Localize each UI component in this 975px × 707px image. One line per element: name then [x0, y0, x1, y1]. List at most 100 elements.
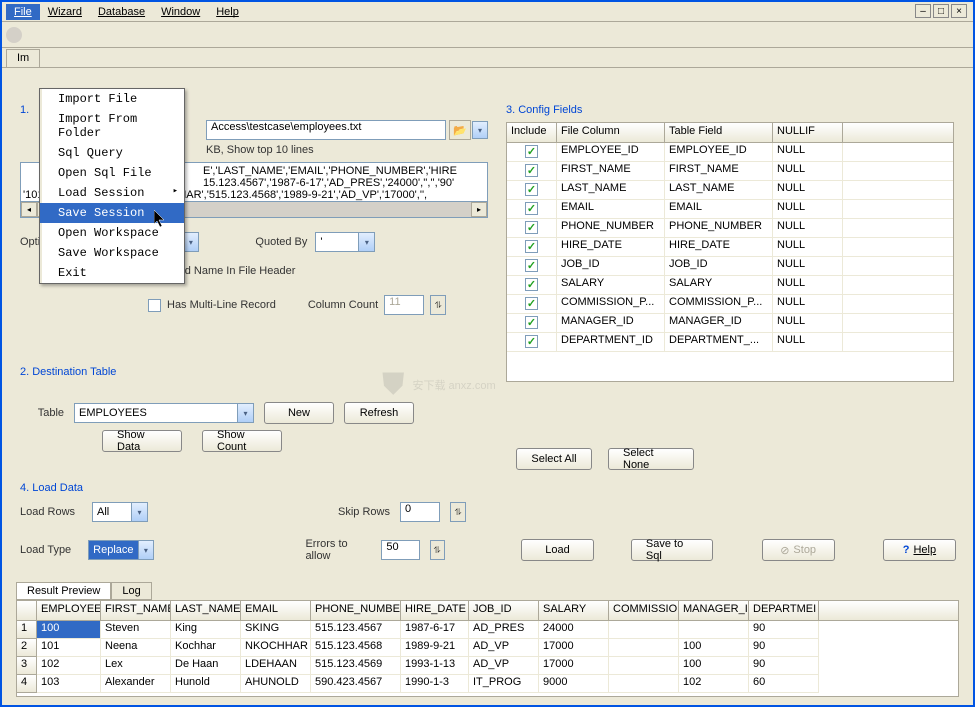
table-label: Table	[20, 407, 64, 419]
load-type-label: Load Type	[20, 544, 78, 556]
column-count-spinner[interactable]: ⥮	[430, 295, 446, 315]
include-checkbox[interactable]	[525, 164, 538, 177]
config-row[interactable]: HIRE_DATEHIRE_DATENULL	[507, 238, 953, 257]
menu-file[interactable]: File	[6, 4, 40, 20]
scroll-right-button[interactable]: ▸	[471, 202, 487, 217]
result-header-cell[interactable]: PHONE_NUMBER	[311, 601, 401, 620]
file-menu-sql-query[interactable]: Sql Query	[40, 143, 184, 163]
show-count-button[interactable]: Show Count	[202, 430, 282, 452]
help-button[interactable]: ?Help	[883, 539, 956, 561]
menu-wizard[interactable]: Wizard	[40, 4, 90, 20]
toolbar-icon[interactable]	[6, 27, 22, 43]
include-checkbox[interactable]	[525, 145, 538, 158]
stop-button[interactable]: ⊘Stop	[762, 539, 835, 561]
file-menu-open-sql-file[interactable]: Open Sql File	[40, 163, 184, 183]
load-rows-label: Load Rows	[20, 506, 82, 518]
config-header-cell[interactable]: NULLIF	[773, 123, 843, 142]
include-checkbox[interactable]	[525, 221, 538, 234]
browse-dropdown[interactable]: ▾	[472, 121, 488, 139]
table-combo[interactable]: EMPLOYEES▾	[74, 403, 254, 423]
menu-window[interactable]: Window	[153, 4, 208, 20]
maximize-button[interactable]: □	[933, 4, 949, 18]
config-row[interactable]: EMAILEMAILNULL	[507, 200, 953, 219]
file-menu-import-from-folder[interactable]: Import From Folder	[40, 109, 184, 143]
include-checkbox[interactable]	[525, 240, 538, 253]
quoted-by-combo[interactable]: '▾	[315, 232, 375, 252]
result-preview-tab[interactable]: Result Preview	[16, 582, 111, 600]
config-row[interactable]: PHONE_NUMBERPHONE_NUMBERNULL	[507, 219, 953, 238]
config-row[interactable]: JOB_IDJOB_IDNULL	[507, 257, 953, 276]
result-header-cell[interactable]: DEPARTMEI	[749, 601, 819, 620]
errors-allow-spinner[interactable]: ⥮	[430, 540, 445, 560]
multiline-checkbox[interactable]	[148, 299, 161, 312]
select-none-button[interactable]: Select None	[608, 448, 694, 470]
file-menu-save-session[interactable]: Save Session	[40, 203, 184, 223]
config-row[interactable]: MANAGER_IDMANAGER_IDNULL	[507, 314, 953, 333]
load-button[interactable]: Load	[521, 539, 594, 561]
config-header-cell[interactable]: File Column	[557, 123, 665, 142]
load-data-panel: 4. Load Data Load Rows All▾ Skip Rows 0 …	[20, 482, 956, 562]
result-row[interactable]: 4103AlexanderHunoldAHUNOLD590.423.456719…	[17, 675, 958, 693]
result-header-cell[interactable]: EMAIL	[241, 601, 311, 620]
menu-database[interactable]: Database	[90, 4, 153, 20]
include-checkbox[interactable]	[525, 259, 538, 272]
skip-rows-spinner[interactable]: ⥮	[450, 502, 466, 522]
include-checkbox[interactable]	[525, 335, 538, 348]
result-header-cell[interactable]: FIRST_NAME	[101, 601, 171, 620]
result-header-cell[interactable]: JOB_ID	[469, 601, 539, 620]
config-header-cell[interactable]: Include	[507, 123, 557, 142]
include-checkbox[interactable]	[525, 202, 538, 215]
result-header-cell[interactable]: LAST_NAME	[171, 601, 241, 620]
include-checkbox[interactable]	[525, 297, 538, 310]
config-section-title: 3. Config Fields	[506, 104, 954, 116]
toolbar	[2, 22, 973, 48]
refresh-button[interactable]: Refresh	[344, 402, 414, 424]
include-checkbox[interactable]	[525, 316, 538, 329]
file-menu-load-session[interactable]: Load Session	[40, 183, 184, 203]
config-row[interactable]: COMMISSION_P...COMMISSION_P...NULL	[507, 295, 953, 314]
load-rows-combo[interactable]: All▾	[92, 502, 148, 522]
config-row[interactable]: EMPLOYEE_IDEMPLOYEE_IDNULL	[507, 143, 953, 162]
result-header-cell[interactable]: HIRE_DATE	[401, 601, 469, 620]
include-checkbox[interactable]	[525, 183, 538, 196]
errors-allow-label: Errors to allow	[305, 538, 371, 562]
select-all-button[interactable]: Select All	[516, 448, 592, 470]
file-menu-open-workspace[interactable]: Open Workspace	[40, 223, 184, 243]
include-checkbox[interactable]	[525, 278, 538, 291]
menu-help[interactable]: Help	[208, 4, 247, 20]
config-row[interactable]: DEPARTMENT_IDDEPARTMENT_...NULL	[507, 333, 953, 352]
result-header-cell[interactable]: EMPLOYEE	[37, 601, 101, 620]
scroll-left-button[interactable]: ◂	[21, 202, 37, 217]
main-content: Import FileImport From FolderSql QueryOp…	[2, 68, 973, 598]
result-header-cell[interactable]: COMMISSIO	[609, 601, 679, 620]
config-row[interactable]: LAST_NAMELAST_NAMENULL	[507, 181, 953, 200]
result-row[interactable]: 1100StevenKingSKING515.123.45671987-6-17…	[17, 621, 958, 639]
minimize-button[interactable]: –	[915, 4, 931, 18]
load-type-combo[interactable]: Replace▾	[88, 540, 154, 560]
load-section-title: 4. Load Data	[20, 482, 956, 494]
file-menu-import-file[interactable]: Import File	[40, 89, 184, 109]
config-header-cell[interactable]: Table Field	[665, 123, 773, 142]
column-count-label: Column Count	[308, 299, 378, 311]
result-header-cell[interactable]: SALARY	[539, 601, 609, 620]
file-menu-save-workspace[interactable]: Save Workspace	[40, 243, 184, 263]
save-to-sql-button[interactable]: Save to Sql	[631, 539, 714, 561]
main-tab[interactable]: Im	[6, 49, 40, 67]
result-header-cell[interactable]	[17, 601, 37, 620]
new-table-button[interactable]: New	[264, 402, 334, 424]
file-menu-exit[interactable]: Exit	[40, 263, 184, 283]
log-tab[interactable]: Log	[111, 582, 151, 600]
result-header-cell[interactable]: MANAGER_I	[679, 601, 749, 620]
skip-rows-input[interactable]: 0	[400, 502, 440, 522]
column-count-input[interactable]: 11	[384, 295, 424, 315]
result-row[interactable]: 3102LexDe HaanLDEHAAN515.123.45691993-1-…	[17, 657, 958, 675]
result-row[interactable]: 2101NeenaKochharNKOCHHAR515.123.45681989…	[17, 639, 958, 657]
close-button[interactable]: ×	[951, 4, 967, 18]
file-path-input[interactable]: Access\testcase\employees.txt	[206, 120, 446, 140]
config-row[interactable]: FIRST_NAMEFIRST_NAMENULL	[507, 162, 953, 181]
tabstrip: Im	[2, 48, 973, 68]
browse-button[interactable]: 📂	[449, 120, 471, 140]
errors-allow-input[interactable]: 50	[381, 540, 419, 560]
show-data-button[interactable]: Show Data	[102, 430, 182, 452]
config-row[interactable]: SALARYSALARYNULL	[507, 276, 953, 295]
